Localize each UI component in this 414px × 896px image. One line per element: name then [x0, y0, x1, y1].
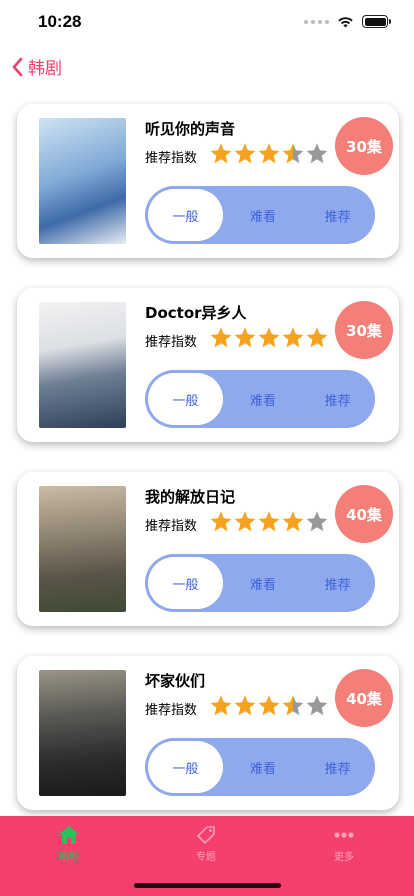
segment-recommend[interactable]: 推荐: [300, 186, 375, 244]
star-icon: [233, 326, 257, 354]
tab-label: 更多: [334, 852, 354, 863]
status-icons: [304, 15, 391, 28]
wifi-icon: [338, 16, 353, 27]
episode-badge: 40集: [335, 485, 393, 543]
star-rating: [209, 510, 329, 538]
star-rating: [209, 694, 329, 722]
star-icon: [257, 326, 281, 354]
segment-recommend[interactable]: 推荐: [300, 370, 375, 428]
drama-poster: [39, 302, 126, 428]
tab-more[interactable]: 更多: [304, 824, 384, 863]
nav-title: 韩剧: [28, 59, 62, 79]
drama-title: Doctor异乡人: [145, 304, 247, 322]
star-icon: [209, 326, 233, 354]
nav-bar: 韩剧: [0, 50, 414, 86]
star-icon: [209, 510, 233, 538]
star-icon: [233, 142, 257, 170]
segment-recommend[interactable]: 推荐: [300, 738, 375, 796]
star-icon: [305, 510, 329, 538]
tab-label: 专题: [196, 852, 216, 863]
signal-icon: [304, 19, 329, 24]
segment-bad[interactable]: 难看: [226, 738, 301, 796]
drama-poster: [39, 670, 126, 796]
segment-bad[interactable]: 难看: [226, 370, 301, 428]
star-icon: [233, 694, 257, 722]
tag-icon: [197, 826, 215, 844]
home-icon: [59, 826, 79, 844]
back-button[interactable]: 韩剧: [10, 54, 62, 79]
star-icon: [257, 142, 281, 170]
home-indicator: [134, 883, 281, 888]
star-icon: [305, 142, 329, 170]
tab-topics[interactable]: 专题: [166, 824, 246, 863]
chevron-left-icon: [12, 57, 23, 76]
star-icon: [233, 510, 257, 538]
rating-segmented-control: 一般 难看 推荐: [145, 554, 375, 612]
rating-label: 推荐指数: [145, 703, 198, 718]
episode-badge: 30集: [335, 301, 393, 359]
status-bar: 10:28: [0, 0, 414, 44]
more-icon: [334, 832, 354, 838]
star-rating: [209, 326, 329, 354]
status-time: 10:28: [38, 12, 82, 31]
segment-average[interactable]: 一般: [148, 557, 223, 609]
segment-average[interactable]: 一般: [148, 373, 223, 425]
drama-title: 听见你的声音: [145, 120, 236, 138]
episode-badge: 40集: [335, 669, 393, 727]
drama-title: 坏家伙们: [145, 672, 206, 690]
tab-korean-drama[interactable]: 韩剧: [29, 824, 109, 863]
rating-segmented-control: 一般 难看 推荐: [145, 186, 375, 244]
star-icon: [257, 694, 281, 722]
rating-label: 推荐指数: [145, 151, 198, 166]
drama-title: 我的解放日记: [145, 488, 236, 506]
battery-icon: [362, 15, 391, 28]
star-rating: [209, 142, 329, 170]
star-icon: [305, 326, 329, 354]
star-icon: [257, 510, 281, 538]
star-icon: [281, 142, 305, 170]
drama-poster: [39, 118, 126, 244]
star-icon: [209, 694, 233, 722]
rating-segmented-control: 一般 难看 推荐: [145, 738, 375, 796]
segment-average[interactable]: 一般: [148, 741, 223, 793]
star-icon: [281, 694, 305, 722]
rating-segmented-control: 一般 难看 推荐: [145, 370, 375, 428]
star-icon: [305, 694, 329, 722]
segment-average[interactable]: 一般: [148, 189, 223, 241]
drama-card[interactable]: 我的解放日记 推荐指数 40集一般 难看 推荐: [17, 472, 399, 626]
star-icon: [281, 326, 305, 354]
star-icon: [209, 142, 233, 170]
rating-label: 推荐指数: [145, 519, 198, 534]
segment-bad[interactable]: 难看: [226, 554, 301, 612]
drama-card[interactable]: Doctor异乡人 推荐指数 30集一般 难看 推荐: [17, 288, 399, 442]
segment-bad[interactable]: 难看: [226, 186, 301, 244]
drama-poster: [39, 486, 126, 612]
tab-label: 韩剧: [59, 852, 79, 863]
drama-card[interactable]: 坏家伙们推荐指数 40集一般 难看 推荐: [17, 656, 399, 810]
star-icon: [281, 510, 305, 538]
segment-recommend[interactable]: 推荐: [300, 554, 375, 612]
episode-badge: 30集: [335, 117, 393, 175]
drama-card[interactable]: 听见你的声音 推荐指数 30集一般 难看 推荐: [17, 104, 399, 258]
rating-label: 推荐指数: [145, 335, 198, 350]
